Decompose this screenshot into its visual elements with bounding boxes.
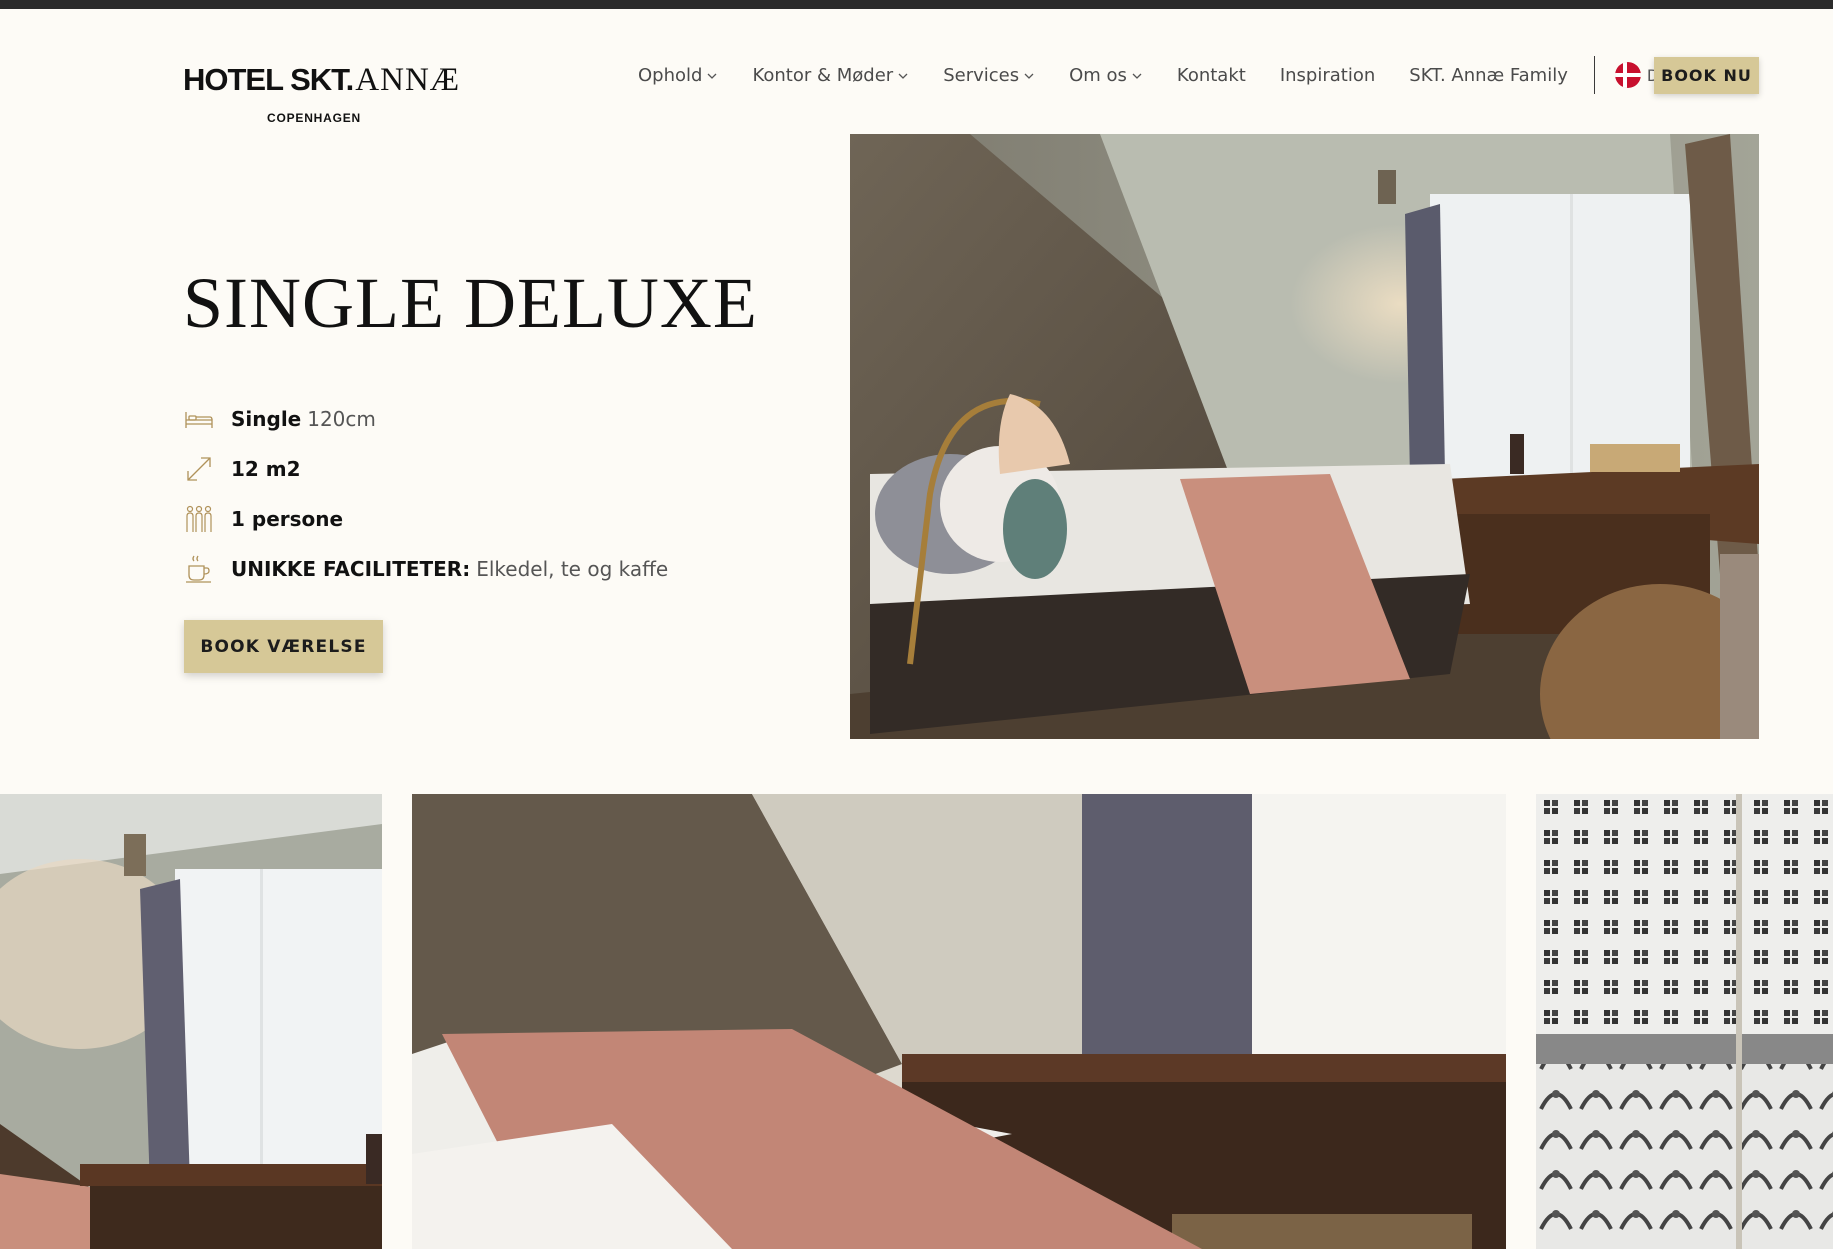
chevron-down-icon [1024,73,1034,79]
nav-item-kontakt[interactable]: Kontakt [1177,65,1246,86]
book-now-button[interactable]: BOOK NU [1654,57,1759,94]
book-room-button[interactable]: BOOK VÆRELSE [184,620,383,673]
hotel-logo[interactable]: HOTEL SKT. ANNÆ COPENHAGEN [183,62,459,125]
main-nav: Ophold Kontor & Møder Services Om os Kon… [638,56,1702,94]
kettle-cup-icon [186,555,211,583]
nav-item-label: Kontakt [1176,64,1246,86]
chevron-down-icon [898,73,908,79]
facilities-label: UNIKKE FACILITETER: [231,557,471,581]
logo-annae-text: ANNÆ [355,62,461,98]
top-bar [0,0,1833,9]
feature-facilities: UNIKKE FACILITETER: Elkedel, te og kaffe [183,544,668,594]
nav-item-services[interactable]: Services [943,65,1035,86]
nav-item-label: Om os [1069,64,1127,86]
chevron-down-icon [707,73,717,79]
nav-item-label: Ophold [638,64,703,86]
feature-bed: Single 120cm [183,394,668,444]
feature-area: 12 m2 [183,444,668,494]
nav-item-kontor-moder[interactable]: Kontor & Møder [752,65,909,86]
gallery-image-bed-detail[interactable] [412,794,1506,1249]
page-title: SINGLE DELUXE [183,263,758,343]
nav-item-label: Kontor & Møder [752,64,894,86]
nav-item-ophold[interactable]: Ophold [638,65,718,86]
bed-size: 120cm [307,407,376,431]
nav-item-label: SKT. Annæ Family [1409,64,1568,86]
logo-city: COPENHAGEN [266,111,361,125]
nav-divider [1593,56,1595,94]
nav-item-inspiration[interactable]: Inspiration [1280,65,1375,86]
bed-icon [185,412,213,428]
facilities-value: Elkedel, te og kaffe [476,557,669,581]
nav-item-label: Inspiration [1279,64,1376,86]
feature-guests: 1 persone [183,494,668,544]
people-icon [186,505,212,532]
guest-count: 1 persone [231,507,344,531]
nav-item-om-os[interactable]: Om os [1069,65,1143,86]
room-area: 12 m2 [231,457,301,481]
gallery-image-window[interactable] [0,794,382,1249]
denmark-flag-icon [1614,62,1641,88]
bed-type: Single [231,407,302,431]
gallery-image-tiles[interactable] [1536,794,1833,1249]
room-hero-image [850,134,1759,739]
chevron-down-icon [1132,73,1142,79]
logo-hotel-text: HOTEL SKT. [183,62,354,97]
area-arrow-icon [187,457,211,481]
nav-item-family[interactable]: SKT. Annæ Family [1409,65,1568,86]
nav-item-label: Services [943,64,1020,86]
room-features: Single 120cm 12 m2 1 persone UNIKKE FACI… [183,394,668,594]
